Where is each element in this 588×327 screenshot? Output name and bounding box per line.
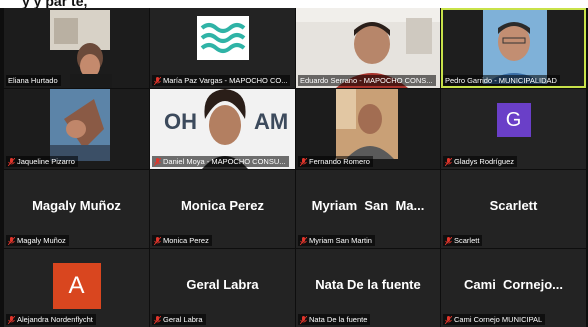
background-banner-text: OH [164,109,197,134]
svg-text:AM: AM [254,109,288,134]
participant-name-label: Pedro Garrido - MUNICIPALIDAD [443,75,560,86]
participant-name-label: Cami Cornejo MUNICIPAL [443,314,546,325]
participant-tile[interactable]: G Gladys Rodríguez [441,89,586,169]
muted-mic-icon [8,315,15,324]
participant-name-label: Jaqueline Pizarro [6,156,78,167]
participant-tile[interactable]: A Alejandra Nordenflycht [4,249,149,327]
participant-tile[interactable]: Monica Perez Monica Perez [150,170,295,248]
participant-tile[interactable]: Jaqueline Pizarro [4,89,149,169]
muted-mic-icon [300,236,307,245]
muted-mic-icon [154,76,161,85]
participant-display-name: Magaly Muñoz [32,198,121,213]
participant-tile-active-speaker[interactable]: Pedro Garrido - MUNICIPALIDAD [441,8,586,88]
muted-mic-icon [154,157,161,166]
muted-mic-icon [8,157,15,166]
participant-display-name: Myriam San Ma... [311,198,425,213]
participant-display-name: Cami Cornejo... [464,277,563,292]
muted-mic-icon [8,236,15,245]
participant-tile[interactable]: Cami Cornejo... Cami Cornejo MUNICIPAL [441,249,586,327]
muted-mic-icon [154,236,161,245]
participant-display-name: Nata De la fuente [315,277,421,292]
participant-tile[interactable]: Scarlett Scarlett [441,170,586,248]
participant-tile[interactable]: OH AM Daniel Moya - MAPOCHO CONSU... [150,89,295,169]
participant-display-name: Monica Perez [180,198,265,213]
muted-mic-icon [445,236,452,245]
participant-tile[interactable]: María Paz Vargas - MAPOCHO CO... [150,8,295,88]
muted-mic-icon [154,315,161,324]
participant-name-label: Nata De la fuente [298,314,371,325]
participant-tile[interactable]: Geral Labra Geral Labra [150,249,295,327]
participant-name-label: Scarlett [443,235,483,246]
participant-tile[interactable]: Nata De la fuente Nata De la fuente [296,249,440,327]
cropped-header-text: y y par te, [0,0,588,8]
participant-tile[interactable]: Magaly Muñoz Magaly Muñoz [4,170,149,248]
participant-name-label: Daniel Moya - MAPOCHO CONSU... [152,156,289,167]
gallery-grid: Eliana Hurtado María Paz Vargas - MAPOCH… [4,8,586,327]
participant-display-name: Scarlett [489,198,538,213]
participant-name-label: Myriam San Martin [298,235,375,246]
muted-mic-icon [445,315,452,324]
muted-mic-icon [300,157,307,166]
participant-tile[interactable]: Fernando Romero [296,89,440,169]
participant-name-label: Geral Labra [152,314,206,325]
participant-name-label: Eliana Hurtado [6,75,61,86]
participant-name-label: Fernando Romero [298,156,373,167]
participant-avatar: G [496,103,531,137]
participant-name-label: María Paz Vargas - MAPOCHO CO... [152,75,291,86]
participant-name-label: Magaly Muñoz [6,235,69,246]
muted-mic-icon [300,315,307,324]
muted-mic-icon [445,157,452,166]
participant-tile[interactable]: Eliana Hurtado [4,8,149,88]
participant-avatar: A [52,263,101,309]
participant-name-label: Monica Perez [152,235,212,246]
participant-name-label: Eduardo Serrano - MAPOCHO CONS... [298,75,436,86]
participant-name-label: Alejandra Nordenflycht [6,314,96,325]
participant-tile[interactable]: Eduardo Serrano - MAPOCHO CONS... [296,8,440,88]
participant-tile[interactable]: Myriam San Ma... Myriam San Martin [296,170,440,248]
participant-name-label: Gladys Rodríguez [443,156,518,167]
participant-display-name: Geral Labra [186,277,259,292]
